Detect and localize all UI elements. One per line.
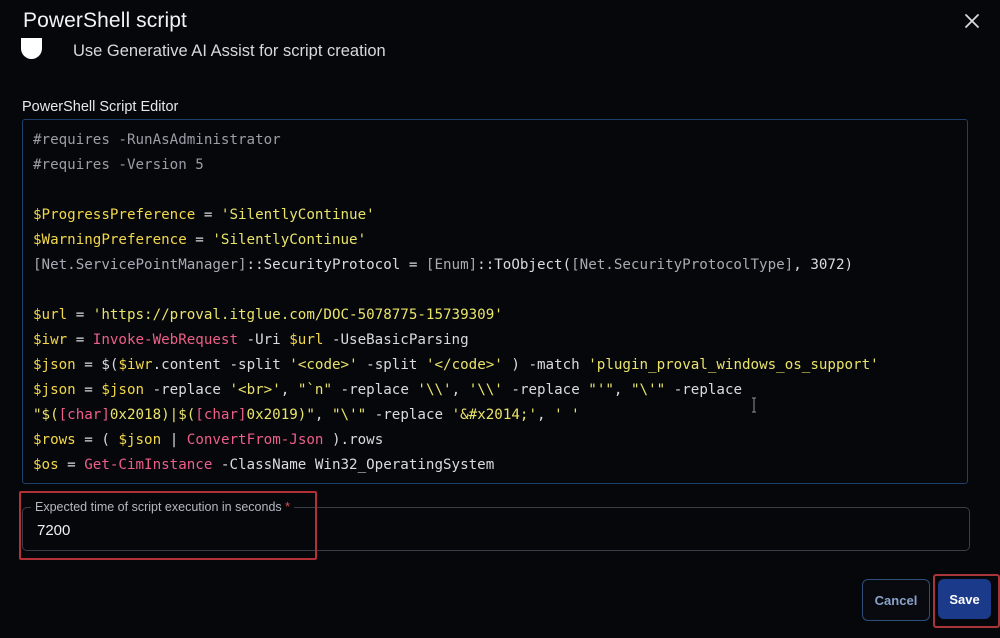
text-cursor-icon — [752, 397, 756, 413]
code-token: = — [67, 332, 93, 348]
code-token: = ( — [75, 432, 119, 448]
code-token: #requires -Version 5 — [33, 157, 204, 173]
code-token: , — [314, 407, 332, 423]
code-token: $json — [33, 357, 76, 373]
code-line: $iwr = Invoke-WebRequest -Uri $url -UseB… — [33, 328, 879, 353]
code-token: , — [537, 407, 555, 423]
code-line: $rows = ( $json | ConvertFrom-Json ).row… — [33, 428, 879, 453]
code-token: ' ' — [554, 407, 580, 423]
code-token: #requires -RunAsAdministrator — [33, 132, 281, 148]
script-code[interactable]: #requires -RunAsAdministrator #requires -… — [33, 128, 879, 478]
code-token: -Uri — [238, 332, 290, 348]
code-token: $iwr — [33, 332, 68, 348]
code-token: .content -split — [152, 357, 290, 373]
code-token: $json — [118, 432, 162, 448]
execution-time-field[interactable]: Expected time of script execution in sec… — [22, 500, 970, 551]
script-editor[interactable]: #requires -RunAsAdministrator #requires -… — [22, 119, 968, 484]
code-token: -replace — [332, 382, 418, 398]
code-token: = $( — [75, 357, 119, 373]
code-token: "$( — [33, 407, 59, 423]
code-token: 'SilentlyContinue' — [212, 232, 367, 248]
code-token: $rows — [33, 432, 76, 448]
code-token: "\'" — [331, 407, 367, 423]
code-token: -replace — [665, 382, 743, 398]
code-token: $json — [101, 382, 145, 398]
ai-assist-toggle[interactable] — [21, 38, 42, 59]
required-marker: * — [285, 500, 291, 514]
code-token: '&#x2014;' — [451, 407, 537, 423]
code-token: ConvertFrom-Json — [186, 432, 324, 448]
execution-time-input[interactable]: 7200 — [37, 522, 70, 539]
code-token: [char] — [58, 407, 110, 423]
code-token: , — [451, 382, 469, 398]
code-token: '<br>' — [229, 382, 281, 398]
code-token: ::SecurityProtocol = — [246, 257, 426, 273]
cancel-button[interactable]: Cancel — [862, 579, 930, 621]
code-token: -UseBasicParsing — [323, 332, 469, 348]
code-token: $iwr — [118, 357, 153, 373]
code-token: [Net.ServicePointManager] — [33, 257, 247, 273]
code-token: "'" — [588, 382, 614, 398]
code-token: , — [280, 382, 298, 398]
code-token: Invoke-WebRequest — [92, 332, 239, 348]
close-icon[interactable] — [962, 11, 982, 31]
code-token: 'plugin_proval_windows_os_support' — [588, 357, 879, 373]
code-token: '\\' — [468, 382, 503, 398]
code-line: #requires -Version 5 — [33, 153, 879, 178]
code-token: 'https://proval.itglue.com/DOC-5078775-1… — [92, 307, 503, 323]
code-token: = — [195, 207, 221, 223]
save-button[interactable]: Save — [938, 579, 991, 619]
code-token: -replace — [366, 407, 452, 423]
code-line: $url = 'https://proval.itglue.com/DOC-50… — [33, 303, 879, 328]
code-token: , — [613, 382, 631, 398]
code-token: -ClassName Win32_OperatingSystem — [212, 457, 495, 473]
code-token: , 3072) — [793, 257, 854, 273]
code-token: ) -match — [502, 357, 589, 373]
code-token: 0x2019)" — [246, 407, 315, 423]
code-token: $url — [289, 332, 324, 348]
code-token: $WarningPreference — [33, 232, 187, 248]
code-token: = — [58, 457, 85, 473]
code-token: -replace — [144, 382, 230, 398]
ai-assist-toggle-label: Use Generative AI Assist for script crea… — [73, 42, 386, 60]
code-token: | — [161, 432, 187, 448]
code-token: [Net.SecurityProtocolType] — [571, 257, 794, 273]
code-token: 0x2018)|$( — [109, 407, 196, 423]
code-token: $json — [33, 382, 76, 398]
code-token: "`n" — [297, 382, 332, 398]
code-token: [Enum] — [425, 257, 478, 273]
code-token: '\\' — [417, 382, 452, 398]
code-token: $ProgressPreference — [33, 207, 196, 223]
code-token: ).rows — [323, 432, 384, 448]
execution-time-label: Expected time of script execution in sec… — [31, 500, 295, 514]
code-token: -split — [357, 357, 426, 373]
code-token: = — [75, 382, 102, 398]
script-editor-label: PowerShell Script Editor — [22, 99, 179, 115]
code-token: "\'" — [631, 382, 666, 398]
code-line: $os = Get-CimInstance -ClassName Win32_O… — [33, 453, 879, 478]
code-line: #requires -RunAsAdministrator — [33, 128, 879, 153]
code-token: = — [67, 307, 93, 323]
code-line: [Net.ServicePointManager]::SecurityProto… — [33, 253, 879, 278]
dialog-title: PowerShell script — [23, 9, 187, 32]
code-line: $WarningPreference = 'SilentlyContinue' — [33, 228, 879, 253]
code-token: [char] — [195, 407, 247, 423]
code-token: Get-CimInstance — [84, 457, 213, 473]
code-token: 'SilentlyContinue' — [220, 207, 375, 223]
code-token: '</code>' — [425, 357, 503, 373]
ai-assist-toggle-row: Use Generative AI Assist for script crea… — [20, 38, 1000, 66]
code-line: $json = $($iwr.content -split '<code>' -… — [33, 353, 879, 378]
code-line: $ProgressPreference = 'SilentlyContinue' — [33, 203, 879, 228]
code-token: -replace — [502, 382, 589, 398]
code-token: $os — [33, 457, 59, 473]
code-token: '<code>' — [289, 357, 358, 373]
code-token: = — [186, 232, 213, 248]
code-token: ::ToObject( — [477, 257, 572, 273]
code-token: $url — [33, 307, 68, 323]
